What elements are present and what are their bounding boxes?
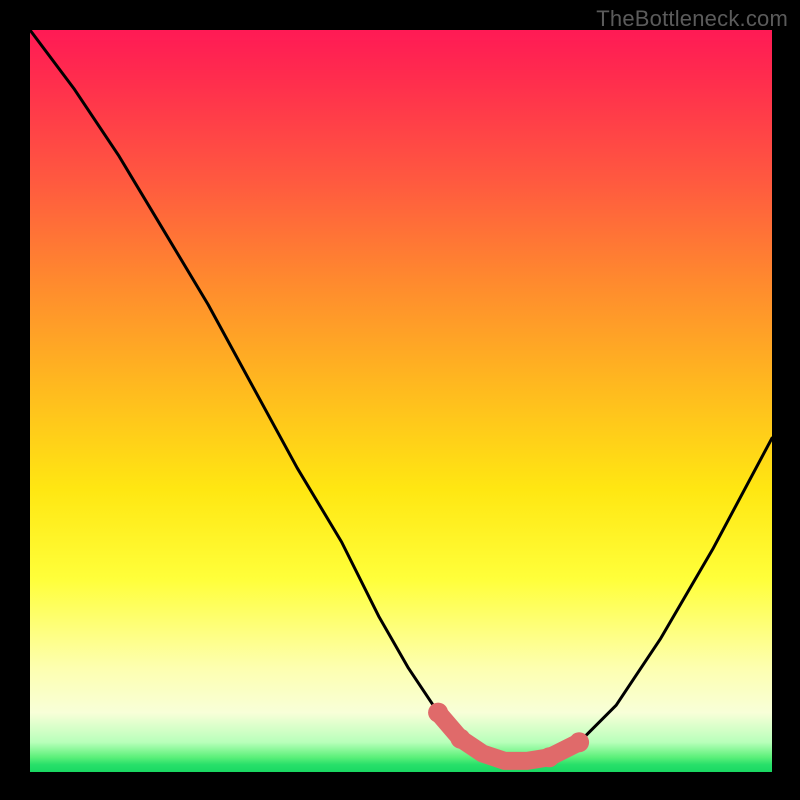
plot-area [30,30,772,772]
curve-overlay [30,30,772,772]
highlight-dot [569,732,589,752]
chart-container: TheBottleneck.com [0,0,800,800]
highlight-dot [450,729,470,749]
bottleneck-curve [30,30,772,761]
highlight-dot [428,703,448,723]
highlight-dot [539,747,559,767]
attribution-text: TheBottleneck.com [596,6,788,32]
